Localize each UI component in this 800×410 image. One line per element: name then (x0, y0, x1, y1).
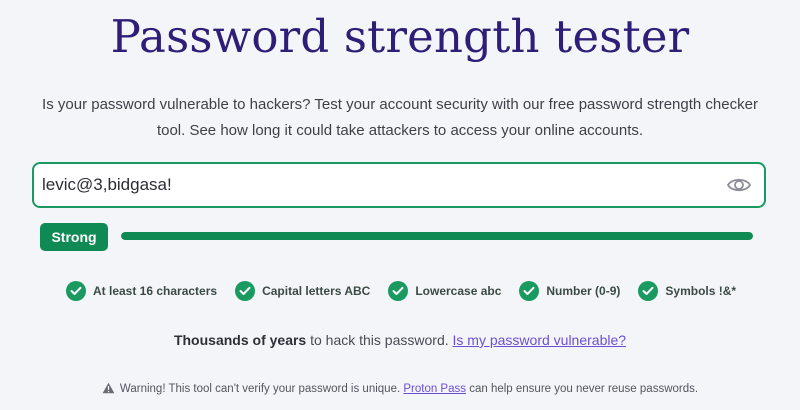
strength-meter-fill (121, 232, 753, 240)
check-icon (388, 281, 409, 301)
crack-time: Thousands of years (173, 332, 307, 348)
warning-note: Warning! This tool can't verify your pas… (0, 382, 800, 397)
warning-icon (102, 382, 115, 397)
criterion-label: At least 16 characters (93, 284, 218, 298)
criterion-symbols: Symbols !&* (638, 281, 736, 301)
crack-time-result: Thousands of years to hack this password… (0, 332, 800, 348)
criterion-label: Capital letters ABC (262, 284, 371, 298)
criterion-number: Number (0-9) (519, 281, 620, 301)
criterion-label: Lowercase abc (415, 284, 502, 298)
criteria-list: At least 16 characters Capital letters A… (66, 280, 754, 302)
eye-icon[interactable] (726, 174, 752, 196)
criterion-lowercase: Lowercase abc (388, 281, 501, 301)
password-field[interactable] (32, 162, 766, 208)
warning-text: Warning! This tool can't verify your pas… (119, 383, 404, 395)
proton-pass-link[interactable]: Proton Pass (403, 383, 466, 395)
check-icon (519, 281, 540, 301)
strength-meter (121, 232, 753, 240)
strength-badge: Strong (40, 223, 108, 251)
check-icon (235, 281, 256, 301)
criterion-label: Symbols !&* (665, 284, 737, 298)
criterion-capitals: Capital letters ABC (235, 281, 370, 301)
criterion-length: At least 16 characters (66, 281, 217, 301)
password-input[interactable] (42, 164, 702, 206)
criterion-label: Number (0-9) (546, 284, 621, 298)
warning-text-end: can help ensure you never reuse password… (466, 383, 699, 395)
page-title: Password strength tester (110, 10, 690, 63)
crack-time-suffix: to hack this password. (306, 332, 453, 348)
check-icon (66, 281, 86, 301)
check-icon (638, 281, 659, 301)
vulnerable-link[interactable]: Is my password vulnerable? (453, 332, 627, 348)
page-subtitle: Is your password vulnerable to hackers? … (42, 96, 758, 139)
